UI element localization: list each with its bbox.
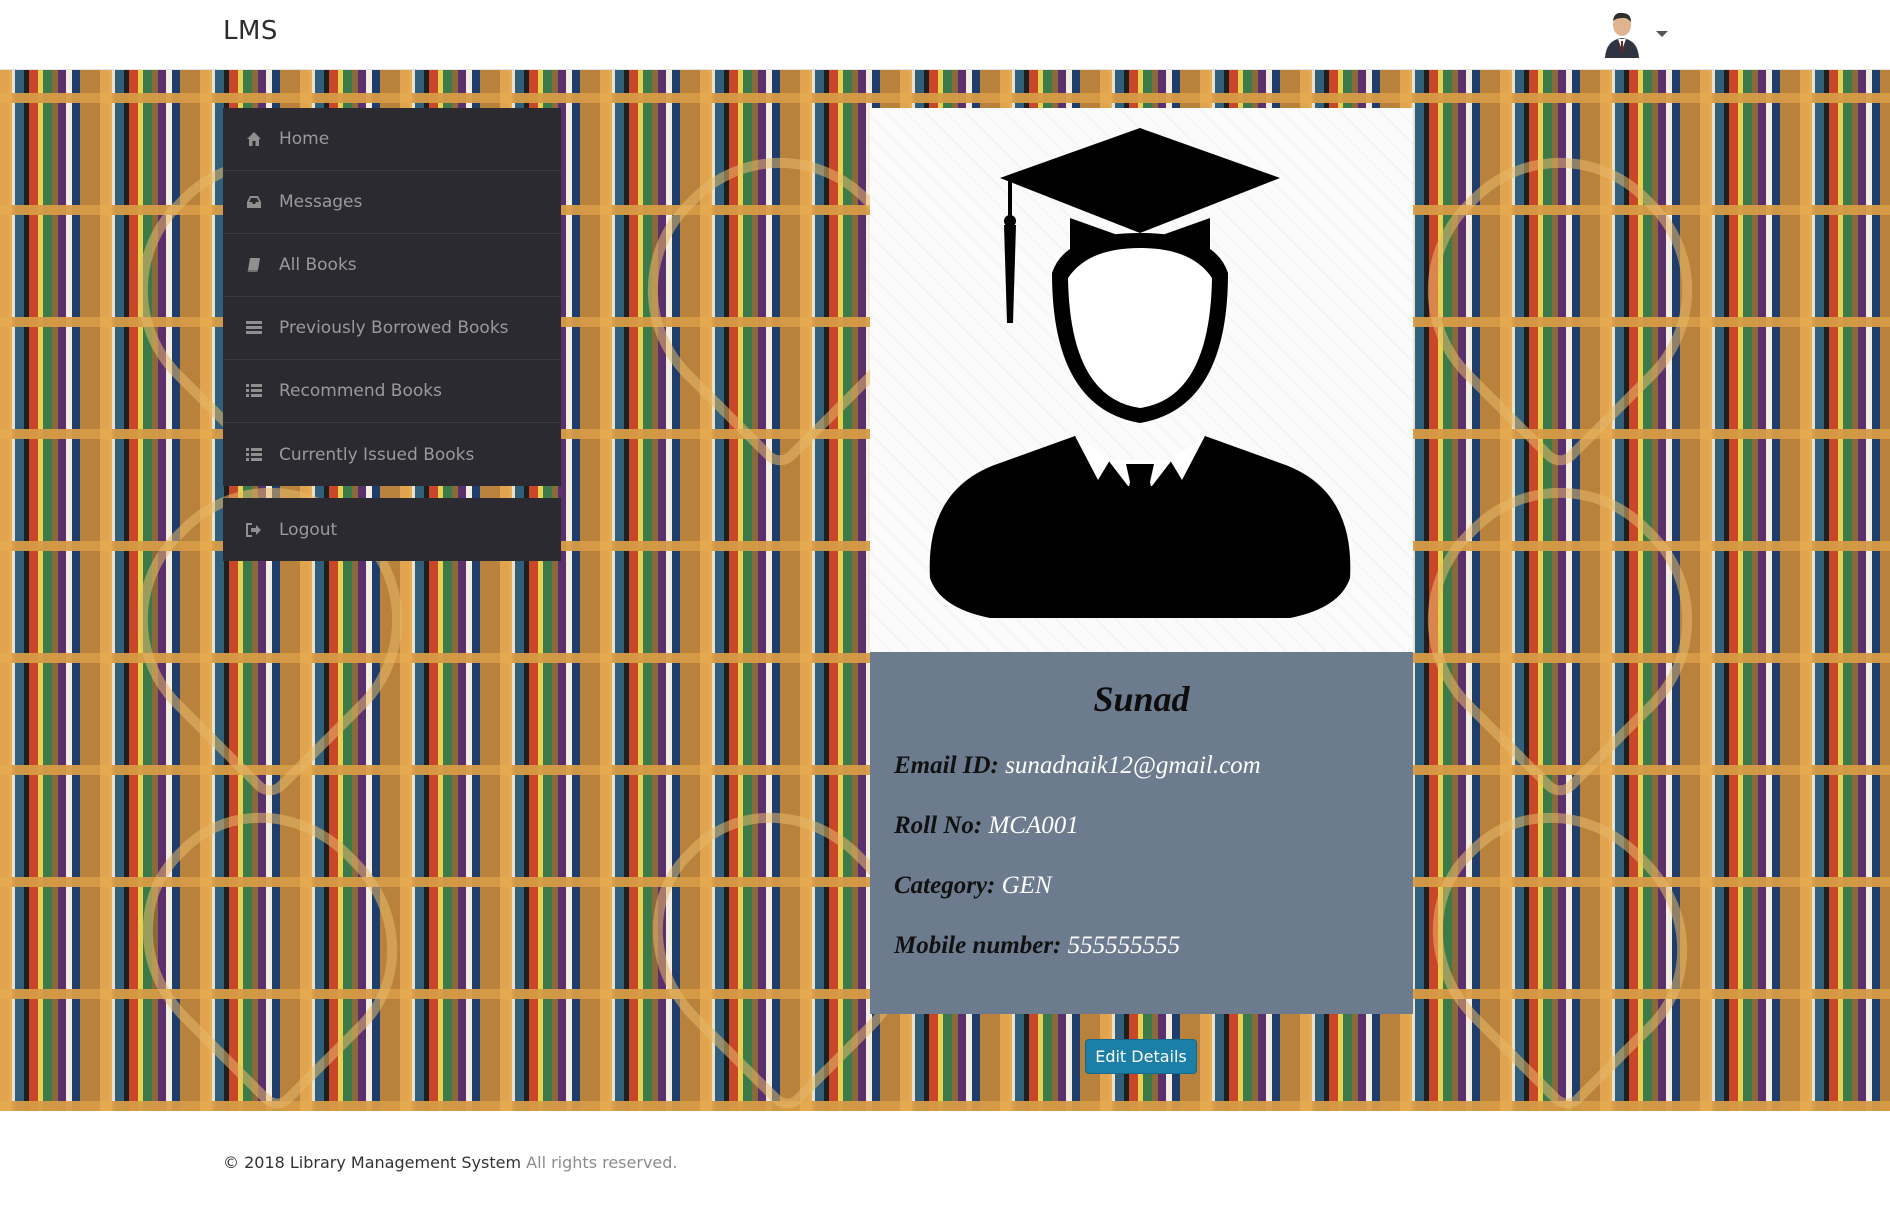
- email-label: Email ID:: [894, 752, 999, 779]
- heart-shelf-decoration: [1376, 436, 1744, 804]
- profile-photo: [870, 108, 1413, 652]
- category-value: GEN: [1001, 872, 1052, 899]
- footer-copyright-text: © 2018 Library Management System: [223, 1153, 522, 1172]
- book-icon: [245, 256, 263, 274]
- user-menu-toggle[interactable]: [1602, 8, 1668, 60]
- profile-details: Sunad Email ID: sunadnaik12@gmail.com Ro…: [870, 652, 1413, 1014]
- sidebar-item-label: All Books: [279, 255, 357, 275]
- sidebar-item-label: Logout: [279, 519, 338, 540]
- heart-shelf-decoration: [1376, 106, 1744, 474]
- sidebar-item-label: Recommend Books: [279, 381, 442, 401]
- brand-logo[interactable]: LMS: [223, 16, 278, 46]
- caret-down-icon[interactable]: [1656, 31, 1668, 37]
- footer-copyright: © 2018 Library Management System All rig…: [223, 1153, 678, 1172]
- roll-row: Roll No: MCA001: [894, 812, 1389, 840]
- list-stack-icon: [245, 319, 263, 337]
- sidebar-item-logout[interactable]: Logout: [223, 498, 561, 561]
- email-row: Email ID: sunadnaik12@gmail.com: [894, 752, 1389, 780]
- mobile-label: Mobile number:: [894, 932, 1062, 959]
- list-icon: [245, 382, 263, 400]
- sidebar-item-label: Messages: [279, 192, 363, 212]
- sidebar-item-home[interactable]: Home: [223, 108, 561, 171]
- sidebar-item-label: Previously Borrowed Books: [279, 318, 509, 338]
- sidebar-item-label: Currently Issued Books: [279, 444, 475, 465]
- inbox-icon: [245, 193, 263, 211]
- category-row: Category: GEN: [894, 872, 1389, 900]
- sidebar-item-messages[interactable]: Messages: [223, 171, 561, 234]
- profile-card: Sunad Email ID: sunadnaik12@gmail.com Ro…: [870, 108, 1413, 1014]
- sidebar-menu: Home Messages All Books Previously Borro…: [223, 108, 561, 561]
- sidebar-item-currently-issued[interactable]: Currently Issued Books: [223, 423, 561, 486]
- page-footer: © 2018 Library Management System All rig…: [0, 1111, 1890, 1223]
- sidebar-item-previously-borrowed[interactable]: Previously Borrowed Books: [223, 297, 561, 360]
- mobile-row: Mobile number: 555555555: [894, 932, 1389, 960]
- user-avatar-icon[interactable]: [1602, 10, 1642, 58]
- footer-rights-text: All rights reserved.: [526, 1153, 678, 1172]
- top-navbar: LMS: [0, 0, 1890, 70]
- list-icon: [245, 446, 263, 464]
- profile-name: Sunad: [1093, 679, 1190, 719]
- edit-details-button[interactable]: Edit Details: [1085, 1039, 1197, 1074]
- roll-label: Roll No:: [894, 812, 983, 839]
- graduate-avatar-icon: [929, 128, 1351, 618]
- home-icon: [245, 130, 263, 148]
- heart-shelf-decoration: [93, 763, 447, 1117]
- sidebar-logout-group: Logout: [223, 498, 561, 561]
- email-value: sunadnaik12@gmail.com: [1005, 752, 1261, 779]
- sidebar-item-all-books[interactable]: All Books: [223, 234, 561, 297]
- sidebar-item-label: Home: [279, 129, 330, 149]
- sign-out-icon: [245, 521, 263, 539]
- sidebar-item-recommend[interactable]: Recommend Books: [223, 360, 561, 423]
- sidebar-main-group: Home Messages All Books Previously Borro…: [223, 108, 561, 486]
- category-label: Category:: [894, 872, 996, 899]
- mobile-value: 555555555: [1067, 932, 1181, 959]
- roll-value: MCA001: [988, 812, 1079, 839]
- heart-shelf-decoration: [1383, 763, 1737, 1117]
